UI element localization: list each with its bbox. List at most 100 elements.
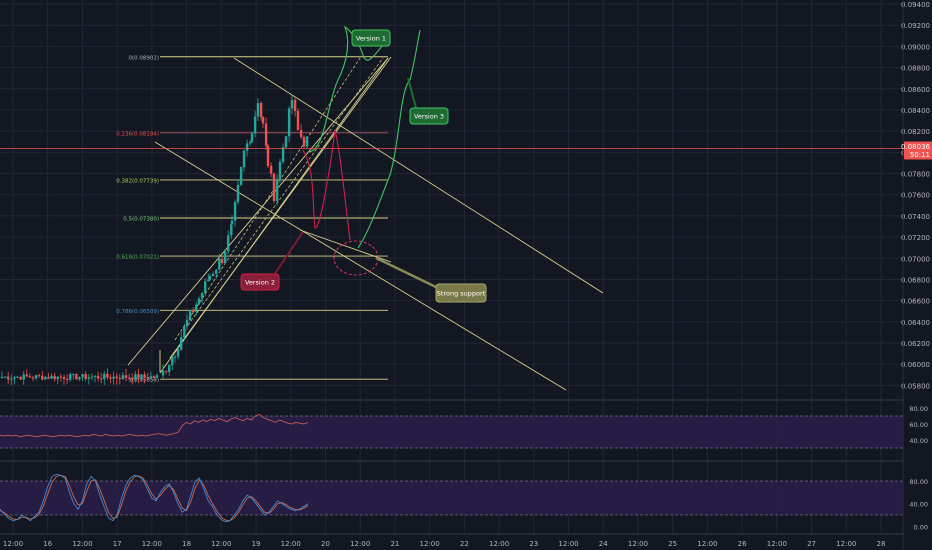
candle-body <box>3 376 7 378</box>
candle-body <box>16 376 19 378</box>
candle-body <box>227 235 230 252</box>
fib-level-label: 0.618(0.07021) <box>116 255 159 261</box>
callout-label: Version 3 <box>414 113 444 121</box>
candle-body <box>143 374 146 378</box>
time-tick-label: 25 <box>668 540 677 548</box>
candle-body <box>7 376 10 380</box>
candle-body <box>197 298 201 305</box>
candle-body <box>109 377 112 379</box>
candle-body <box>242 150 246 168</box>
candle-body <box>250 133 254 142</box>
candle-body <box>269 165 273 174</box>
candle-body <box>299 130 303 138</box>
candle-body <box>192 310 195 313</box>
candle-body <box>10 378 13 380</box>
candle-body <box>131 377 134 380</box>
candle-body <box>161 370 165 376</box>
candle-body <box>296 111 300 131</box>
candle-body <box>103 373 106 380</box>
candle-body <box>62 377 66 379</box>
time-tick-label: 12:00 <box>558 540 578 548</box>
candle-body <box>215 269 218 274</box>
price-tick-label: 0.07200 <box>901 234 930 242</box>
price-countdown-label: 50:11 <box>910 151 930 159</box>
stoch-tick-label: 40.00 <box>909 501 928 509</box>
current-price-label: 0.08036 <box>901 143 930 151</box>
candle-body <box>272 173 276 201</box>
candle-body <box>249 141 252 144</box>
price-tick-label: 0.07000 <box>901 255 930 263</box>
time-tick-label: 12:00 <box>3 540 23 548</box>
candle-body <box>41 375 44 380</box>
time-tick-label: 23 <box>529 540 538 548</box>
candle-body <box>293 99 297 112</box>
candle-body <box>171 356 174 366</box>
candle-body <box>75 373 78 380</box>
candle-body <box>236 184 240 202</box>
time-tick-label: 12:00 <box>836 540 856 548</box>
candle-body <box>137 374 140 379</box>
candle-body <box>28 376 32 378</box>
candle-body <box>78 377 81 380</box>
chart-grid <box>0 0 932 550</box>
time-tick-label: 20 <box>321 540 330 548</box>
rsi-band <box>0 416 903 448</box>
chart-background <box>0 0 932 550</box>
candle-body <box>220 258 224 263</box>
price-tick-label: 0.07600 <box>901 192 930 200</box>
stoch-tick-label: 80.00 <box>909 478 928 486</box>
rsi-tick-label: 40.00 <box>909 437 928 445</box>
candle-body <box>195 304 198 313</box>
candle-body <box>124 375 128 378</box>
time-tick-label: 26 <box>738 540 747 548</box>
time-tick-label: 24 <box>599 540 608 548</box>
candle-body <box>115 376 118 379</box>
candle-body <box>264 123 268 146</box>
candle-body <box>207 279 210 282</box>
candle-body <box>90 376 94 378</box>
candle-body <box>65 378 69 380</box>
time-tick-label: 21 <box>390 540 399 548</box>
time-tick-label: 12:00 <box>281 540 301 548</box>
rsi-panel <box>0 413 903 449</box>
stoch-tick-label: 0.00 <box>914 523 928 531</box>
time-tick-label: 12:00 <box>142 540 162 548</box>
candle-body <box>180 337 183 350</box>
fib-level-label: 0(0.08902) <box>128 55 159 61</box>
candle-body <box>302 137 306 147</box>
candle-body <box>173 356 177 358</box>
price-tick-label: 0.06000 <box>901 361 930 369</box>
time-tick-label: 27 <box>807 540 816 548</box>
callout-label: Version 2 <box>245 279 275 287</box>
candle-body <box>233 201 237 221</box>
candle-body <box>261 117 265 124</box>
candle-body <box>211 273 215 276</box>
candle-body <box>140 374 143 379</box>
stochastic-panel <box>0 473 903 523</box>
candle-body <box>281 147 285 162</box>
candle-body <box>168 365 171 372</box>
candle-body <box>118 378 121 380</box>
candle-body <box>183 326 186 338</box>
candle-body <box>13 377 16 379</box>
time-tick-label: 19 <box>252 540 261 548</box>
time-tick-label: 12:00 <box>767 540 787 548</box>
time-tick-label: 18 <box>182 540 191 548</box>
candle-body <box>278 161 282 181</box>
candle-body <box>305 136 309 147</box>
candle-body <box>284 136 288 148</box>
price-tick-label: 0.08800 <box>901 65 930 73</box>
candle-body <box>44 376 47 380</box>
stoch-band <box>0 481 903 515</box>
candle-body <box>100 378 103 380</box>
candle-body <box>204 281 207 293</box>
callout-label: Version 1 <box>356 35 386 43</box>
price-chart[interactable]: 0(0.08902) 0.236(0.08184) 0.382(0.07739) 0.… <box>0 0 932 550</box>
price-tick-label: 0.05800 <box>901 382 930 390</box>
candle-body <box>230 220 234 225</box>
candle-body <box>31 377 35 379</box>
time-tick-label: 17 <box>113 540 122 548</box>
candle-body <box>223 251 227 263</box>
candle-body <box>134 374 137 380</box>
price-tick-label: 0.07800 <box>901 171 930 179</box>
